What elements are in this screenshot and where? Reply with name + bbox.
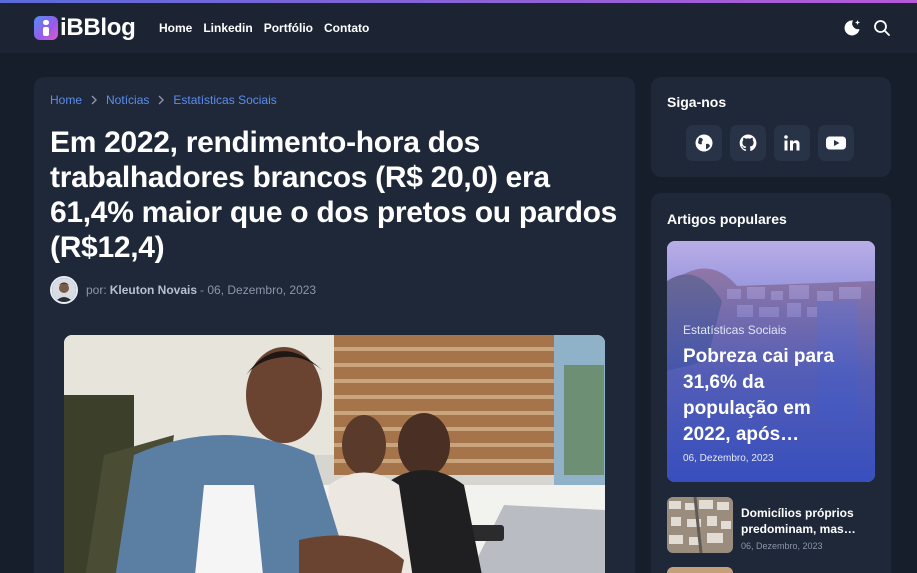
- brand-name: iBBlog: [60, 14, 136, 41]
- linkedin-icon[interactable]: [774, 125, 810, 161]
- popular-articles-card: Artigos populares Estatísticas Sociais P…: [651, 193, 891, 573]
- popular-article-item[interactable]: Domicílios próprios predominam, mas… 06,…: [667, 497, 875, 553]
- logo-icon: [34, 16, 58, 40]
- nav-portfolio-link[interactable]: Portfólio: [264, 21, 313, 35]
- nav-home-link[interactable]: Home: [159, 21, 192, 35]
- nav-contato-link[interactable]: Contato: [324, 21, 369, 35]
- author-avatar[interactable]: [50, 276, 78, 304]
- article-date: - 06, Dezembro, 2023: [200, 283, 317, 297]
- navbar: iBBlog Home Linkedin Portfólio Contato: [0, 3, 917, 53]
- author-prefix: por:: [86, 283, 107, 297]
- brand-logo[interactable]: iBBlog: [34, 13, 136, 43]
- featured-category: Estatísticas Sociais: [683, 323, 787, 337]
- follow-card: Siga-nos: [651, 77, 891, 177]
- featured-date: 06, Dezembro, 2023: [683, 453, 774, 464]
- popular-article-title[interactable]: Domicílios próprios predominam, mas…: [741, 505, 875, 537]
- nav-linkedin-link[interactable]: Linkedin: [203, 21, 252, 35]
- github-icon[interactable]: [730, 125, 766, 161]
- article-card: Home Notícias Estatísticas Sociais Em 20…: [34, 77, 635, 573]
- article-hero-image: [64, 335, 605, 573]
- breadcrumb-home[interactable]: Home: [50, 93, 82, 107]
- chevron-right-icon: [158, 95, 165, 105]
- chevron-right-icon: [91, 95, 98, 105]
- breadcrumb-estatisticas-sociais[interactable]: Estatísticas Sociais: [173, 93, 276, 107]
- social-links: [686, 125, 854, 161]
- breadcrumb-noticias[interactable]: Notícias: [106, 93, 149, 107]
- featured-title[interactable]: Pobreza cai para 31,6% da população em 2…: [683, 344, 863, 448]
- breadcrumb: Home Notícias Estatísticas Sociais: [50, 93, 277, 107]
- article-title: Em 2022, rendimento-hora dos trabalhador…: [50, 126, 618, 264]
- follow-title: Siga-nos: [667, 94, 727, 110]
- main-nav: Home Linkedin Portfólio Contato: [159, 21, 369, 35]
- author-name[interactable]: Kleuton Novais: [110, 283, 197, 297]
- globe-icon[interactable]: [686, 125, 722, 161]
- theme-toggle-icon[interactable]: [842, 18, 862, 38]
- youtube-icon[interactable]: [818, 125, 854, 161]
- popular-article-thumbnail: [667, 497, 733, 553]
- search-icon[interactable]: [872, 18, 892, 38]
- article-meta: por: Kleuton Novais - 06, Dezembro, 2023: [50, 276, 316, 304]
- popular-title: Artigos populares: [667, 211, 787, 227]
- popular-article-thumbnail[interactable]: [667, 567, 733, 573]
- popular-article-date: 06, Dezembro, 2023: [741, 541, 823, 551]
- featured-article[interactable]: Estatísticas Sociais Pobreza cai para 31…: [667, 241, 875, 482]
